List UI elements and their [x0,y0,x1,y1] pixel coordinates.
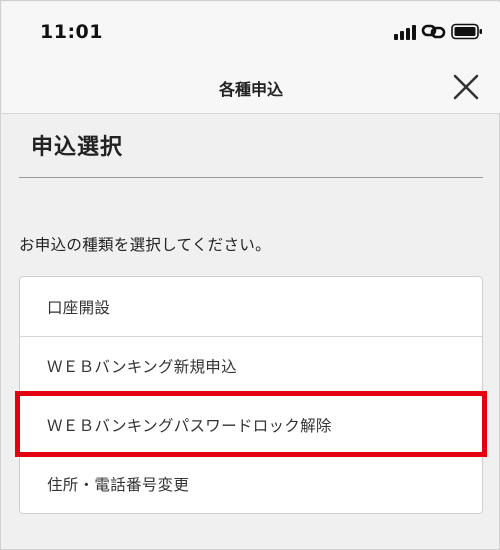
header: 各種申込 [2,60,500,114]
option-account-opening[interactable]: 口座開設 [20,277,482,336]
instruction-text: お申込の種類を選択してください。 [19,236,271,254]
option-web-banking-password-unlock[interactable]: ＷＥＢバンキングパスワードロック解除 [20,395,482,454]
section-title: 申込選択 [31,135,124,160]
option-address-phone-change[interactable]: 住所・電話番号変更 [20,454,482,513]
close-button[interactable] [447,68,485,106]
close-icon [453,74,479,100]
app-frame: 11:01 各種申込 申込選択 お申込の種類を選択してください。 口座開設 ＷＥ… [0,0,500,550]
battery-icon [451,23,482,40]
link-icon [421,24,446,39]
application-option-list: 口座開設 ＷＥＢバンキング新規申込 ＷＥＢバンキングパスワードロック解除 住所・… [19,276,483,514]
title-divider [19,177,483,178]
page-title: 各種申込 [218,80,283,99]
status-time: 11:01 [40,21,103,43]
signal-icon [394,23,418,40]
status-bar: 11:01 [2,2,500,60]
option-web-banking-new-application[interactable]: ＷＥＢバンキング新規申込 [20,336,482,395]
